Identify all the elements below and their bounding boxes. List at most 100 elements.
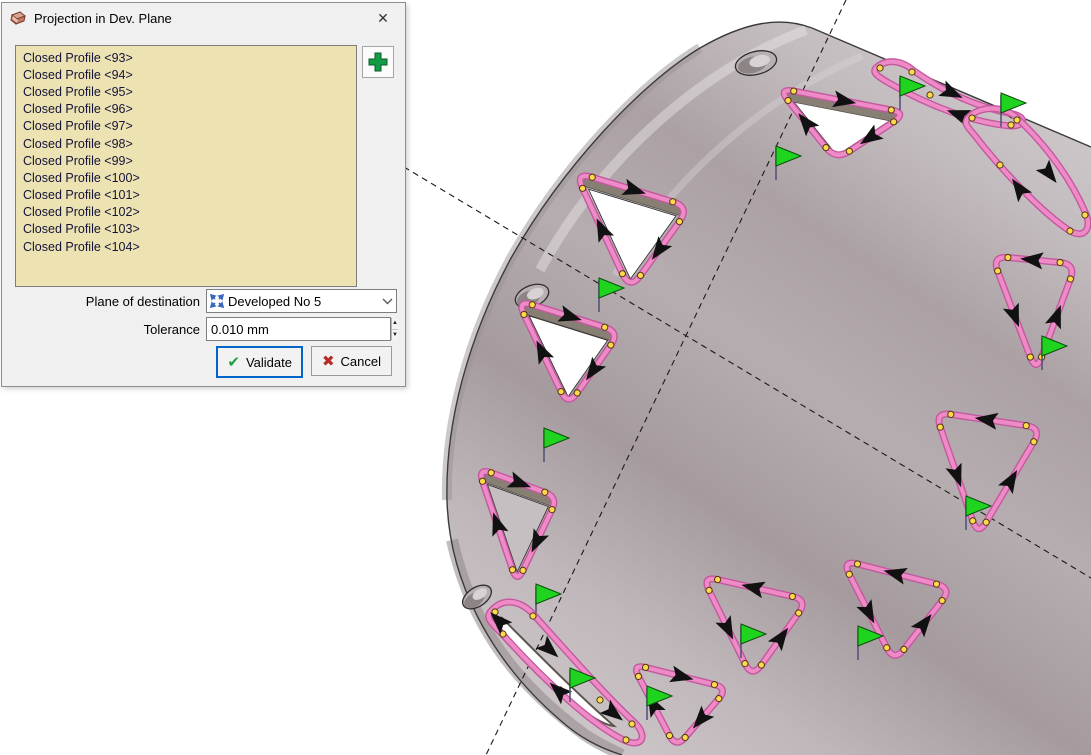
vertex-dot [549,507,555,513]
vertex-dot [796,610,802,616]
vertex-dot [670,199,676,205]
vertex-dot [888,107,894,113]
profile-list-item[interactable]: Closed Profile <104> [16,238,356,255]
vertex-dot [937,424,943,430]
vertex-dot [846,148,852,154]
vertex-dot [1067,276,1073,282]
vertex-dot [1082,212,1088,218]
chevron-down-icon [382,298,393,305]
cancel-button-label: Cancel [341,354,381,369]
vertex-dot [927,92,933,98]
profile-list-item[interactable]: Closed Profile <97> [16,118,356,135]
vertex-dot [854,561,860,567]
vertex-dot [1057,259,1063,265]
vertex-dot [1014,117,1020,123]
vertex-dot [580,185,586,191]
profile-list-item[interactable]: Closed Profile <98> [16,135,356,152]
vertex-dot [1031,439,1037,445]
profile-list-item[interactable]: Closed Profile <96> [16,101,356,118]
spinner-up-icon[interactable]: ▲ [392,318,398,330]
vertex-dot [970,518,976,524]
validate-button[interactable]: ✔ Validate [216,346,303,378]
vertex-dot [939,597,945,603]
plus-icon [367,51,389,73]
profile-list-item[interactable]: Closed Profile <99> [16,152,356,169]
add-profile-button[interactable] [362,46,394,78]
dialog-titlebar[interactable]: Projection in Dev. Plane ✕ [2,3,405,33]
dialog-title: Projection in Dev. Plane [34,11,369,26]
vertex-dot [789,593,795,599]
plane-of-destination-label: Plane of destination [2,294,206,309]
vertex-dot [619,271,625,277]
vertex-dot [602,324,608,330]
vertex-dot [608,342,614,348]
vertex-dot [589,174,595,180]
vertex-dot [479,478,485,484]
vertex-dot [530,613,536,619]
vertex-dot [846,571,852,577]
cancel-button[interactable]: ✖ Cancel [311,346,392,376]
vertex-dot [1067,228,1073,234]
profile-list-item[interactable]: Closed Profile <94> [16,66,356,83]
profile-list-item[interactable]: Closed Profile <101> [16,187,356,204]
vertex-dot [706,587,712,593]
vertex-dot [711,682,717,688]
vertex-dot [901,646,907,652]
vertex-dot [642,664,648,670]
vertex-dot [488,470,494,476]
vertex-dot [1005,254,1011,260]
vertex-dot [877,65,883,71]
vertex-dot [574,390,580,396]
vertex-dot [509,567,515,573]
vertex-dot [1027,354,1033,360]
vertex-dot [1023,423,1029,429]
vertex-dot [995,268,1001,274]
vertex-dot [785,97,791,103]
vertex-dot [666,732,672,738]
vertex-dot [597,697,603,703]
vertex-dot [933,581,939,587]
vertex-dot [529,302,535,308]
close-icon[interactable]: ✕ [369,6,397,30]
vertex-dot [969,115,975,121]
vertex-dot [791,88,797,94]
vertex-dot [629,721,635,727]
profile-list-item[interactable]: Closed Profile <93> [16,49,356,66]
vertex-dot [891,119,897,125]
tolerance-input[interactable] [207,318,391,340]
vertex-dot [682,734,688,740]
vertex-dot [623,737,629,743]
red-x-icon: ✖ [322,352,335,370]
profile-list-item[interactable]: Closed Profile <102> [16,204,356,221]
profile-list-item[interactable]: Closed Profile <100> [16,169,356,186]
vertex-dot [884,645,890,651]
tolerance-field-wrap: ▲ ▼ [206,317,391,341]
vertex-dot [758,662,764,668]
vertex-dot [558,388,564,394]
vertex-dot [948,411,954,417]
vertex-dot [716,695,722,701]
vertex-dot [676,218,682,224]
vertex-dot [635,673,641,679]
spinner-down-icon[interactable]: ▼ [392,330,398,341]
profile-listbox[interactable]: Closed Profile <93>Closed Profile <94>Cl… [15,45,357,287]
profile-list-item[interactable]: Closed Profile <103> [16,221,356,238]
tolerance-spinner: ▲ ▼ [391,318,398,340]
plane-of-destination-select[interactable]: Developed No 5 [206,289,397,313]
vertex-dot [637,272,643,278]
vertex-dot [1008,122,1014,128]
vertex-dot [715,576,721,582]
profile-list-item[interactable]: Closed Profile <95> [16,83,356,100]
vertex-dot [997,162,1003,168]
projection-dialog-icon [10,10,27,26]
developed-plane-icon [210,294,224,308]
vertex-dot [909,69,915,75]
vertex-dot [542,489,548,495]
validate-button-label: Validate [246,355,292,370]
vertex-dot [520,567,526,573]
checkmark-icon: ✔ [227,353,240,371]
projection-dialog: Projection in Dev. Plane ✕ Closed Profil… [1,2,406,387]
vertex-dot [742,661,748,667]
vertex-dot [521,311,527,317]
vertex-dot [823,144,829,150]
